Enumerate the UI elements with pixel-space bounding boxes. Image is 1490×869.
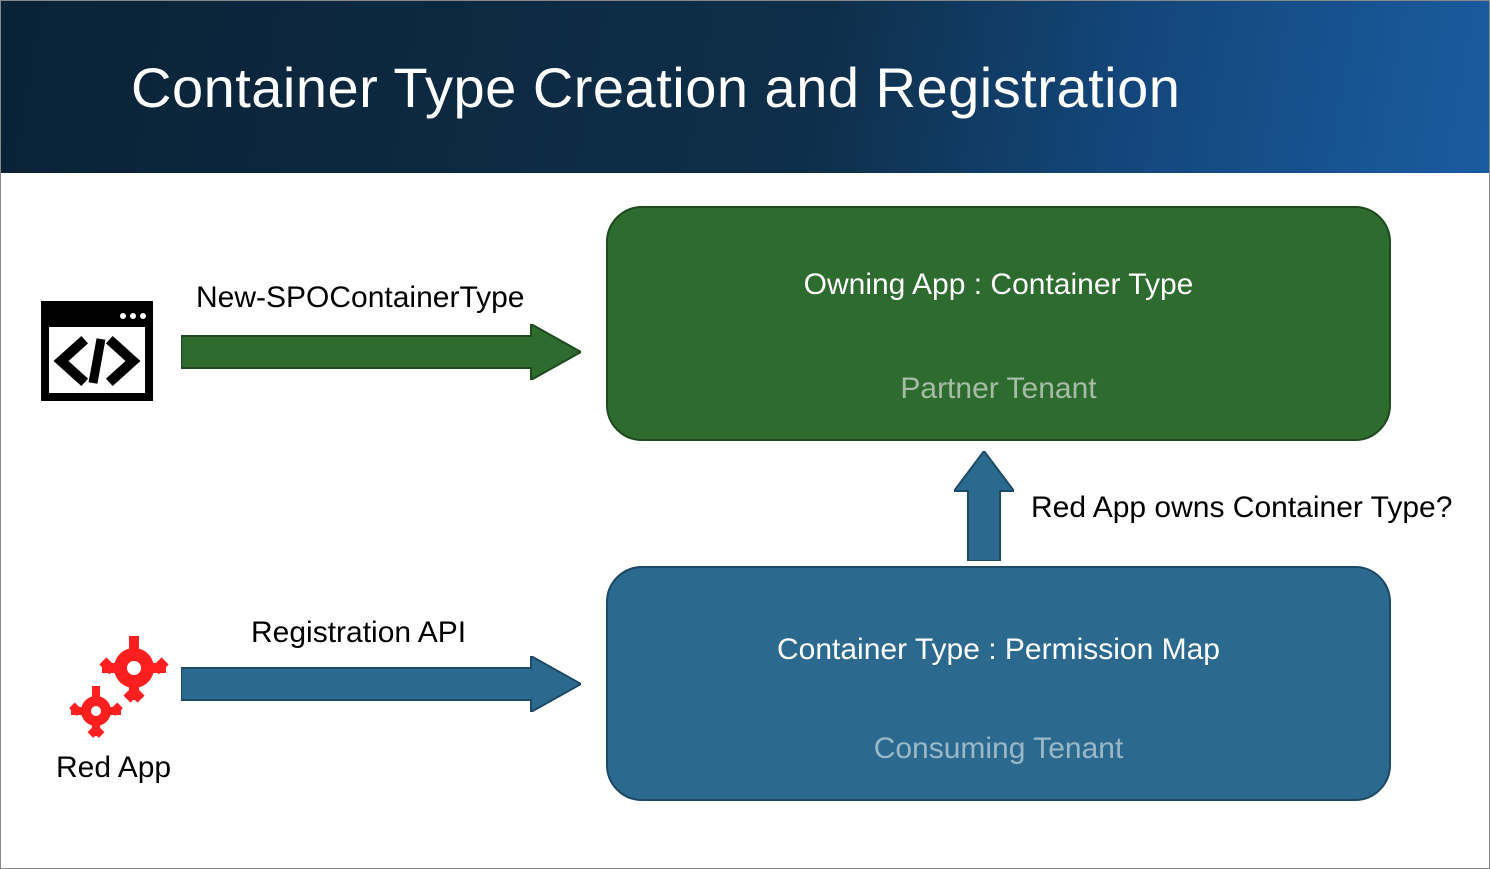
arrow-up: [954, 451, 1014, 561]
arrow-up-label: Red App owns Container Type?: [1031, 491, 1452, 525]
arrow-top: [181, 324, 581, 380]
code-window-icon: [41, 301, 153, 401]
slide-title: Container Type Creation and Registration: [131, 55, 1180, 120]
red-app-label: Red App: [56, 751, 171, 785]
consuming-tenant-box: Container Type : Permission Map Consumin…: [606, 566, 1391, 801]
arrow-bottom: [181, 656, 581, 712]
partner-box-title: Owning App : Container Type: [608, 268, 1389, 302]
slide: Container Type Creation and Registration…: [0, 0, 1490, 869]
partner-tenant-box: Owning App : Container Type Partner Tena…: [606, 206, 1391, 441]
consuming-box-subtitle: Consuming Tenant: [608, 732, 1389, 766]
gears-icon: [66, 636, 176, 741]
partner-box-subtitle: Partner Tenant: [608, 372, 1389, 406]
arrow-top-label: New-SPOContainerType: [196, 281, 524, 315]
arrow-bottom-label: Registration API: [251, 616, 466, 650]
consuming-box-title: Container Type : Permission Map: [608, 633, 1389, 667]
slide-header: Container Type Creation and Registration: [1, 1, 1489, 173]
